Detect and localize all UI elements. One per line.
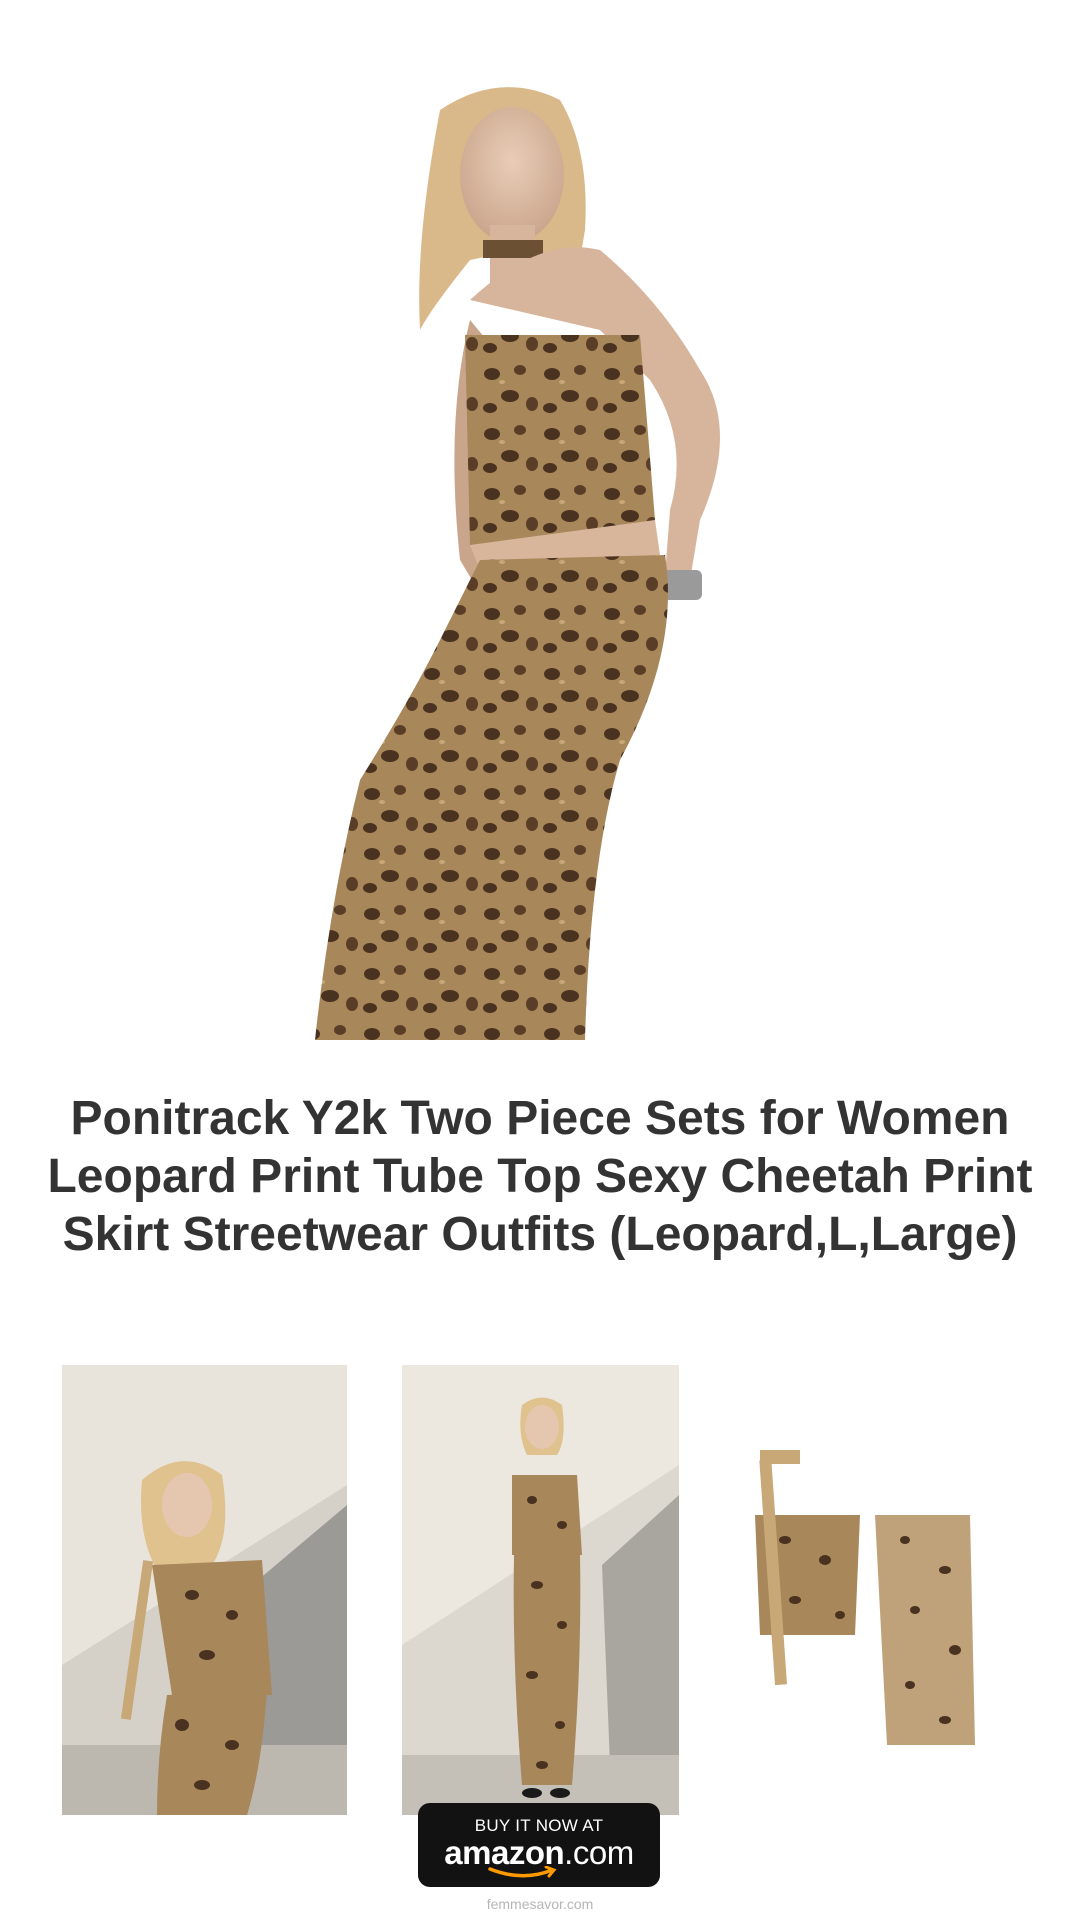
- hero-product-image[interactable]: [0, 0, 1080, 1050]
- site-watermark: femmesavor.com: [486, 1896, 594, 1912]
- model-illustration: [315, 87, 720, 1040]
- thumbnail-flat-lay[interactable]: [715, 1420, 1045, 1800]
- thumbnail-model-full-length[interactable]: [402, 1365, 679, 1815]
- amazon-domain-suffix: .com: [564, 1834, 634, 1871]
- thumbnail-model-wall[interactable]: [62, 1365, 347, 1815]
- buy-it-now-label: BUY IT NOW AT: [474, 1816, 604, 1835]
- buy-on-amazon-button[interactable]: BUY IT NOW AT amazon.com: [418, 1803, 660, 1887]
- thumbnail-1-illustration: [62, 1365, 347, 1815]
- thumbnail-2-illustration: [402, 1365, 679, 1815]
- amazon-smile-icon: [488, 1866, 557, 1878]
- thumbnail-3-illustration: [715, 1420, 1045, 1800]
- product-title: Ponitrack Y2k Two Piece Sets for Women L…: [47, 1092, 1033, 1261]
